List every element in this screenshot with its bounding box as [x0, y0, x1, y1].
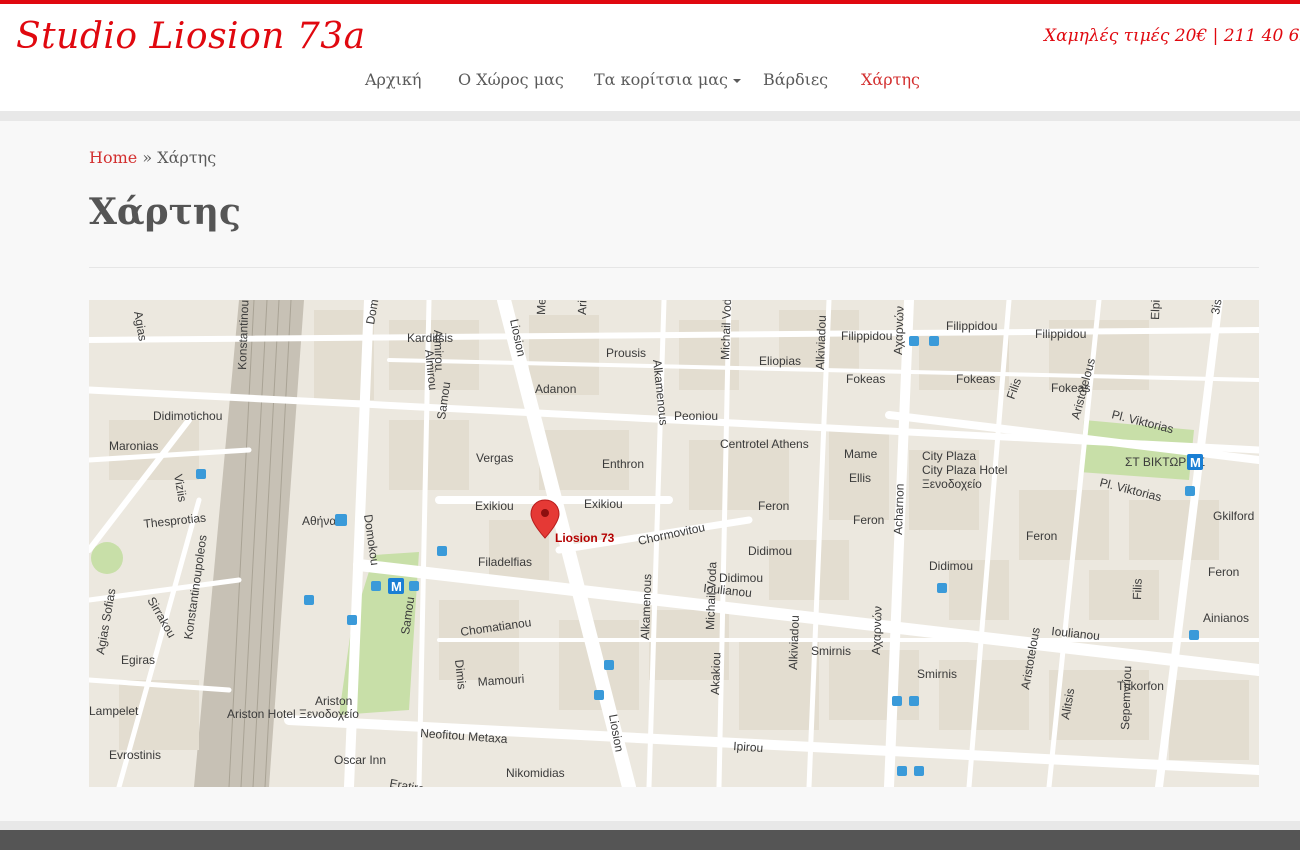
- nav-item-home[interactable]: Αρχική: [365, 70, 422, 89]
- poi-label: Lampelet: [89, 704, 139, 718]
- breadcrumb: Home » Χάρτης: [89, 148, 216, 167]
- street-label: Enthron: [602, 457, 644, 471]
- street-label: 3is Septem: [1208, 300, 1232, 316]
- street-label: Dimis: [452, 659, 469, 690]
- street-label: Domokou: [363, 300, 386, 326]
- street-label: Aristomenous: [575, 300, 592, 315]
- map-marker-label: Liosion 73: [555, 531, 615, 545]
- street-label: Feron: [1208, 565, 1239, 579]
- street-label: Smirnis: [917, 667, 957, 681]
- street-label: Αχαρνών: [869, 606, 885, 655]
- nav-item-girls[interactable]: Τα κορίτσια μας: [594, 70, 741, 89]
- street-label: Michail Voda: [703, 561, 719, 630]
- street-label: Exikiou: [475, 499, 514, 513]
- header-separator: [0, 111, 1300, 121]
- street-label: Acharnon: [891, 483, 907, 535]
- map-canvas[interactable]: KarditsisProusisAdanonPeoniouVergas Enthr…: [89, 300, 1259, 787]
- street-label: Mersinis: [534, 300, 550, 315]
- breadcrumb-separator: »: [142, 148, 153, 167]
- street-label: Feron: [853, 513, 884, 527]
- street-label: Filis: [1130, 578, 1145, 600]
- embedded-map[interactable]: Karditsis Prousis Adanon Peoniou Vergas Enthr…: [89, 300, 1259, 787]
- street-label: Αχαρνών: [891, 306, 907, 355]
- breadcrumb-home-link[interactable]: Home: [89, 148, 137, 167]
- title-divider: [89, 267, 1259, 268]
- street-label: Elpidos: [1148, 300, 1163, 320]
- street-label: Ipirou: [733, 739, 764, 755]
- street-label: Didimou: [719, 571, 763, 585]
- street-label: Smirnis: [811, 644, 851, 658]
- street-label: Ainianos: [1203, 611, 1249, 625]
- street-label: Gkilford: [1213, 509, 1254, 523]
- page-title: Χάρτης: [89, 191, 241, 233]
- street-label: Didimou: [748, 544, 792, 558]
- poi-label: Ξενοδοχείο: [922, 477, 982, 491]
- street-label: Sepemvriou: [1118, 666, 1134, 730]
- street-label: Domokou: [361, 513, 382, 566]
- street-label: Eliopias: [759, 354, 801, 368]
- street-label: Alkiviadou: [786, 615, 802, 670]
- street-label: Didimou: [929, 559, 973, 573]
- site-header: Studio Liosion 73a Χαμηλές τιμές 20€ | 2…: [0, 4, 1300, 111]
- poi-label: Centrotel Athens: [720, 437, 809, 451]
- street-label: Feron: [1026, 529, 1057, 543]
- street-label: Fokeas: [956, 372, 995, 386]
- street-label: Filippidou: [946, 319, 997, 333]
- street-label: Feron: [758, 499, 789, 513]
- street-label: Vergas: [476, 451, 513, 465]
- street-label: Nikomidias: [506, 766, 565, 780]
- poi-label: Αθήνα: [302, 514, 336, 528]
- street-label: Mame: [844, 447, 878, 461]
- street-label: Maronias: [109, 439, 158, 453]
- street-label: Michail Voda: [718, 300, 734, 360]
- poi-label: Ariston Hotel Ξενοδοχείο: [227, 707, 359, 721]
- poi-label: City Plaza: [922, 449, 976, 463]
- street-label: Aristotelous: [1018, 626, 1043, 690]
- breadcrumb-current: Χάρτης: [157, 148, 217, 167]
- svg-text:M: M: [1190, 455, 1201, 470]
- street-label: Prousis: [606, 346, 646, 360]
- site-logo[interactable]: Studio Liosion 73a: [16, 16, 366, 57]
- street-label: Ellis: [849, 471, 871, 485]
- site-footer: [0, 830, 1300, 850]
- street-label: Thesprotias: [143, 511, 207, 531]
- street-label: Aimirou: [431, 330, 446, 371]
- street-label: Troniou: [423, 300, 464, 303]
- svg-text:M: M: [391, 579, 402, 594]
- nav-item-space[interactable]: Ο Χώρος μας: [458, 70, 564, 89]
- street-label: Chormovitou: [637, 520, 706, 548]
- park-area: [91, 542, 123, 574]
- poi-label: City Plaza Hotel: [922, 463, 1007, 477]
- street-label: Peoniou: [674, 409, 718, 423]
- street-label: Fokeas: [846, 372, 885, 386]
- street-label: Mamouri: [477, 672, 525, 689]
- street-label: Filippidou: [841, 329, 892, 343]
- nav-item-shifts[interactable]: Βάρδιες: [763, 70, 828, 89]
- street-label: Alkamenous: [638, 574, 654, 640]
- main-nav: Αρχική Ο Χώρος μας Τα κορίτσια μας Βάρδι…: [0, 70, 1300, 100]
- chevron-down-icon: [732, 78, 741, 83]
- street-label: Evrostinis: [109, 748, 161, 762]
- street-label: Didimotichou: [153, 409, 222, 423]
- nav-item-map[interactable]: Χάρτης: [861, 70, 920, 89]
- poi-label: Ariston: [315, 694, 352, 708]
- street-label: Adanon: [535, 382, 576, 396]
- street-label: Exikiou: [584, 497, 623, 511]
- street-label: Filippidou: [1035, 327, 1086, 341]
- street-label: Alkiviadou: [813, 315, 829, 370]
- footer-separator: [0, 821, 1300, 830]
- street-label: Egiras: [121, 653, 155, 667]
- poi-label: Oscar Inn: [334, 753, 386, 767]
- header-tagline: Χαμηλές τιμές 20€ | 211 40 63 5...: [1044, 26, 1300, 46]
- main-content: Home » Χάρτης Χάρτης Karditsis Prousis A…: [0, 121, 1300, 821]
- street-label: Filadelfias: [478, 555, 532, 569]
- street-label: Akakiou: [708, 652, 723, 695]
